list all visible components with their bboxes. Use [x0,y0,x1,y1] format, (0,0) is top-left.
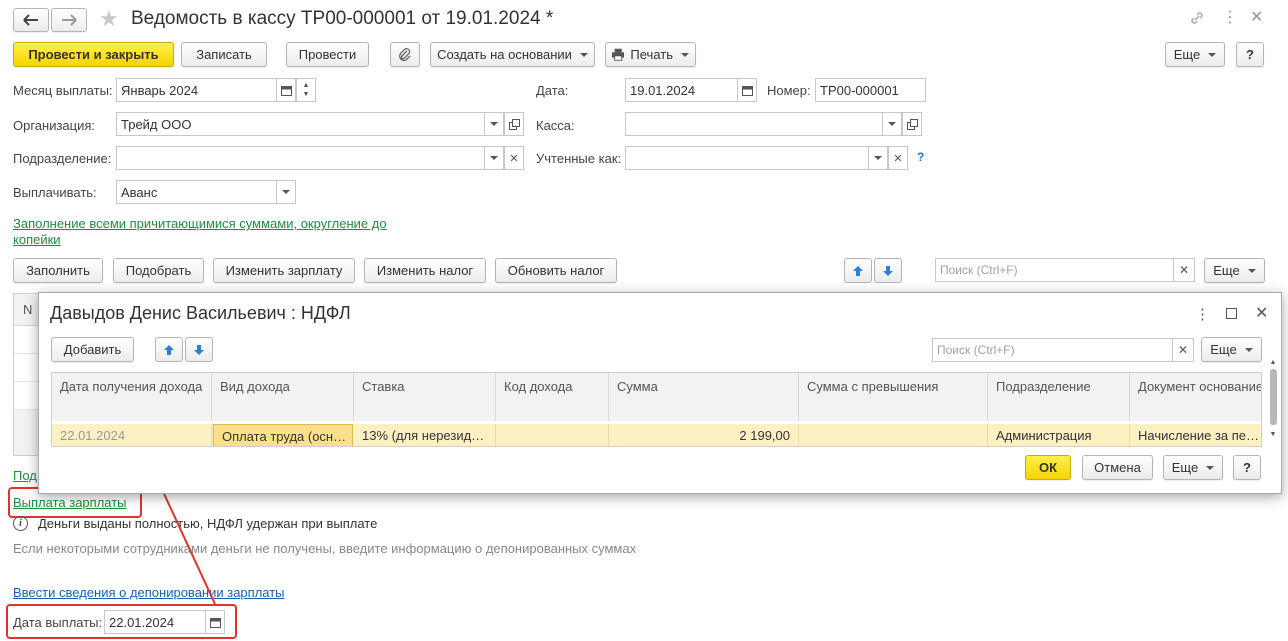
table-cell[interactable] [496,424,609,446]
table-row[interactable]: 22.01.2024 Оплата труда (осн… 13% (для н… [52,424,1261,446]
arrow-up-icon [164,344,174,355]
cancel-button[interactable]: Отмена [1082,455,1153,480]
clear-icon: ✕ [1177,343,1189,357]
column-header[interactable]: Дата получения дохода [52,373,212,421]
chevron-down-icon [1244,347,1253,352]
column-header[interactable]: Сумма [609,373,799,421]
dialog-more-button-2[interactable]: Еще [1163,455,1223,480]
ndfl-dialog: Давыдов Денис Васильевич : НДФЛ ⋮ ✕ Доба… [38,292,1282,494]
dialog-move-up-button[interactable] [155,337,183,362]
column-header[interactable]: Документ основание [1130,373,1261,421]
dialog-menu-icon[interactable]: ⋮ [1195,305,1210,323]
dialog-search-input[interactable]: Поиск (Ctrl+F) [932,338,1173,362]
table-cell[interactable]: 2 199,00 [609,424,799,446]
dialog-help-button[interactable]: ? [1233,455,1261,480]
column-header[interactable]: Сумма с превышения [799,373,988,421]
table-cell-active[interactable]: Оплата труда (осн… [213,424,353,446]
scroll-thumb[interactable] [1270,369,1277,425]
scroll-up-icon[interactable]: ▲ [1268,359,1278,369]
table-cell[interactable] [799,424,988,446]
column-header[interactable]: Код дохода [496,373,609,421]
table-cell[interactable]: Администрация [988,424,1130,446]
arrow-down-icon [194,344,204,355]
dialog-title: Давыдов Денис Васильевич : НДФЛ [50,303,351,323]
dialog-more-button[interactable]: Еще [1201,337,1262,362]
dialog-move-down-button[interactable] [185,337,213,362]
ndfl-table: Дата получения дохода Вид дохода Ставка … [51,372,1262,447]
dialog-close-icon[interactable]: ✕ [1255,303,1268,323]
chevron-down-icon [1206,465,1215,470]
column-header[interactable]: Вид дохода [212,373,354,421]
table-cell[interactable]: 22.01.2024 [52,424,212,446]
vertical-scrollbar[interactable]: ▲ ▼ [1268,359,1278,445]
column-header[interactable]: Подразделение [988,373,1130,421]
maximize-icon[interactable] [1226,308,1237,319]
more-label: Еще [1171,460,1199,475]
more-label: Еще [1210,342,1237,357]
table-header: Дата получения дохода Вид дохода Ставка … [52,373,1261,421]
dialog-search-clear-button[interactable]: ✕ [1172,338,1194,362]
add-button[interactable]: Добавить [51,337,134,362]
scroll-down-icon[interactable]: ▼ [1268,431,1278,441]
table-cell[interactable]: Начисление за пе… [1130,424,1261,446]
table-cell[interactable]: 13% (для нерезид… [354,424,496,446]
ok-button[interactable]: ОК [1025,455,1071,480]
column-header[interactable]: Ставка [354,373,496,421]
